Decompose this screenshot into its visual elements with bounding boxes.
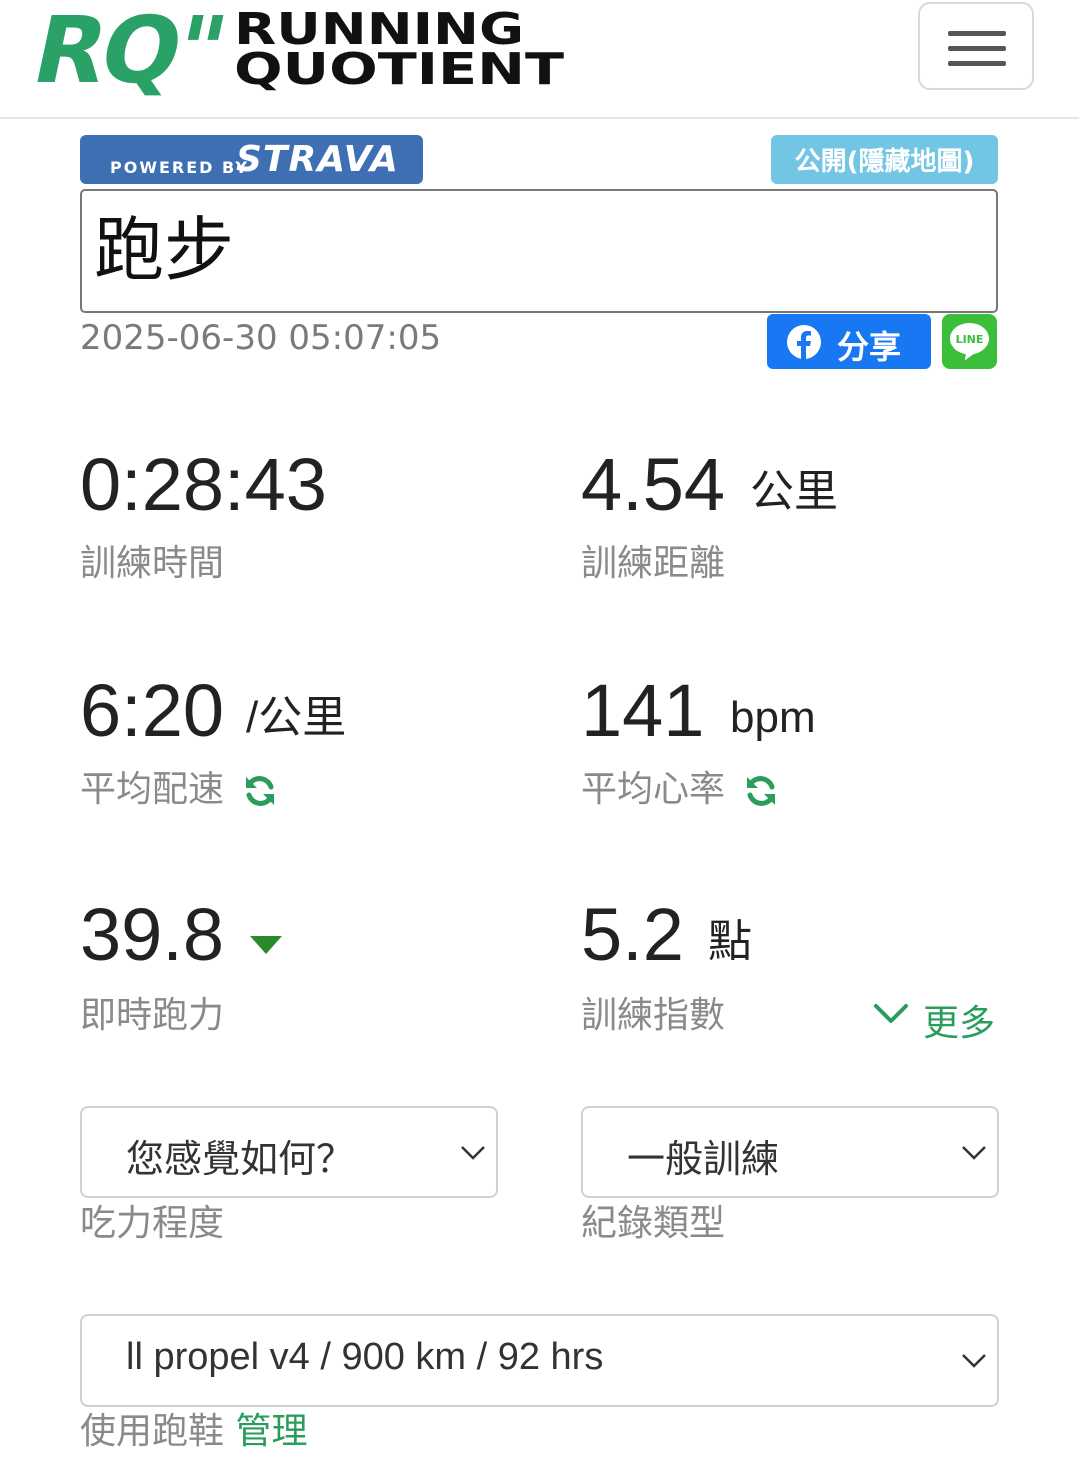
pace-value: 6:20 [80,669,225,752]
record-type-selected-value: 一般訓練 [627,1139,780,1181]
distance-unit: 公里 [750,467,838,516]
facebook-share-button[interactable]: 分享 [767,314,931,369]
line-share-button[interactable]: LINE [942,314,997,369]
running-power-value: 39.8 [80,893,225,976]
facebook-icon [787,325,821,359]
powered-by-strava-badge[interactable]: POWERED BY STRAVA [80,135,423,184]
logo-line2: QUOTIENT [234,44,564,95]
heart-rate-unit: bpm [730,693,816,742]
chevron-down-icon [461,1146,485,1160]
heart-rate-label: 平均心率 [581,769,726,810]
distance-label: 訓練距離 [581,543,726,584]
powered-by-text: POWERED BY [110,158,249,177]
chevron-down-icon [962,1354,986,1368]
record-type-select[interactable]: 一般訓練 [581,1106,999,1198]
chevron-down-icon [962,1146,986,1160]
logo-mark: RQ" [26,2,232,98]
activity-title-field[interactable]: 跑步 [80,189,998,313]
refresh-pace-icon[interactable] [242,773,278,809]
manage-shoes-link[interactable]: 管理 [235,1411,307,1452]
duration-label: 訓練時間 [80,543,225,584]
shoes-select[interactable]: ll propel v4 / 900 km / 92 hrs [80,1314,999,1407]
shoes-label-row: 使用跑鞋 管理 [80,1414,307,1450]
line-icon: LINE [950,323,989,361]
share-label: 分享 [837,328,902,366]
effort-selected-value: 您感覺如何？ [126,1139,355,1181]
effort-label: 吃力程度 [80,1203,225,1244]
menu-button[interactable] [918,2,1034,90]
shoes-selected-value: ll propel v4 / 900 km / 92 hrs [126,1336,604,1378]
training-index-unit: 點 [708,917,752,966]
line-icon-text: LINE [956,333,984,346]
training-index-label: 訓練指數 [581,995,726,1036]
privacy-badge[interactable]: 公開(隱藏地圖) [771,135,998,184]
pace-label: 平均配速 [80,769,225,810]
distance-value: 4.54 [581,443,726,526]
record-type-label: 紀錄類型 [581,1203,726,1244]
running-power-label: 即時跑力 [80,995,225,1036]
more-label: 更多 [923,1003,996,1044]
chevron-down-icon [874,1004,908,1023]
strava-logo-text: STRAVA [236,139,399,180]
app-header: RQ" RUNNING QUOTIENT [0,0,1079,119]
heart-rate-value: 141 [581,669,705,752]
pace-unit: /公里 [246,693,347,742]
running-quotient-logo[interactable]: RQ" RUNNING QUOTIENT [26,2,586,98]
trend-down-icon [250,936,282,954]
shoes-label: 使用跑鞋 [80,1411,225,1452]
refresh-heart-rate-icon[interactable] [743,773,779,809]
activity-datetime: 2025-06-30 05:07:05 [80,318,442,358]
duration-value: 0:28:43 [80,443,327,526]
training-index-value: 5.2 [581,893,684,976]
effort-select[interactable]: 您感覺如何？ [80,1106,498,1198]
